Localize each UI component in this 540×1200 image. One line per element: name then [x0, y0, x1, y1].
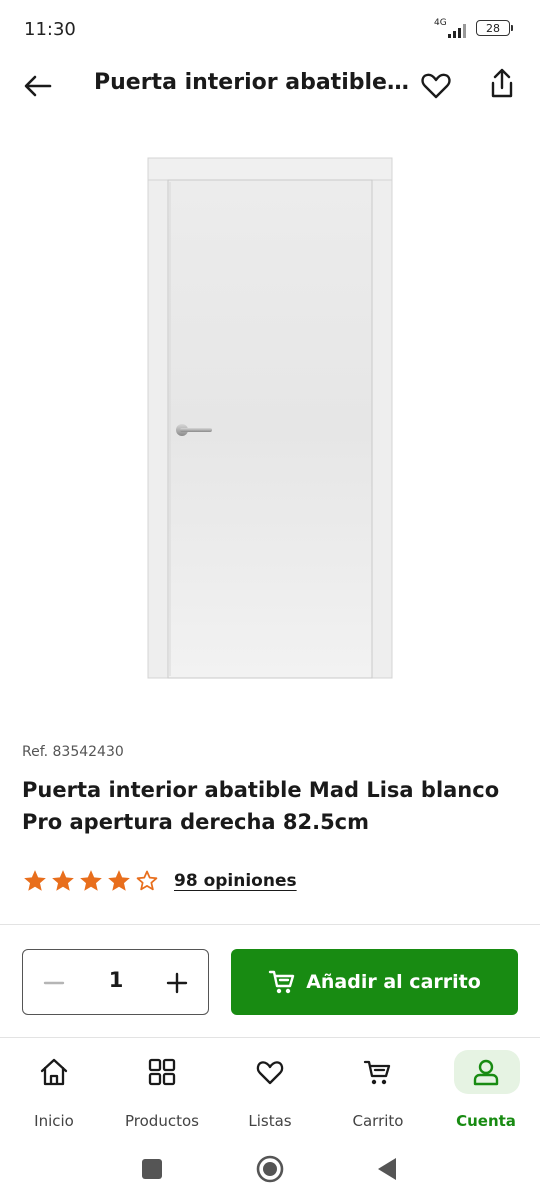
back-arrow-icon — [24, 75, 52, 97]
back-triangle-icon — [378, 1158, 396, 1180]
share-button[interactable] — [484, 66, 520, 102]
signal-icon: 4G — [434, 18, 468, 38]
product-image[interactable] — [140, 150, 400, 690]
star-full-icon — [108, 870, 130, 891]
cart-icon — [269, 970, 295, 994]
recent-apps-button[interactable] — [137, 1154, 167, 1184]
product-rating: 98 opiniones — [22, 868, 297, 894]
star-full-icon — [52, 870, 74, 891]
product-reference: Ref. 83542430 — [22, 744, 124, 760]
status-time: 11:30 — [24, 19, 76, 40]
decrease-quantity-button[interactable] — [41, 970, 67, 996]
system-navigation-bar — [0, 1138, 540, 1200]
back-system-button[interactable] — [373, 1154, 403, 1184]
home-icon — [40, 1058, 68, 1086]
status-bar: 11:30 4G 28 — [0, 0, 540, 60]
nav-item-productos[interactable]: Productos — [108, 1050, 216, 1132]
nav-label-cuenta: Cuenta — [456, 1112, 516, 1130]
minus-icon — [43, 981, 65, 985]
back-button[interactable] — [20, 68, 56, 104]
battery-level: 28 — [486, 21, 500, 35]
page-title: Puerta interior abatible… — [94, 70, 409, 95]
nav-label-carrito: Carrito — [352, 1112, 404, 1130]
home-circle-icon — [256, 1155, 284, 1183]
grid-icon — [148, 1058, 176, 1086]
plus-icon — [166, 972, 188, 994]
nav-item-inicio[interactable]: Inicio — [0, 1050, 108, 1132]
home-system-button[interactable] — [255, 1154, 285, 1184]
add-to-cart-label: Añadir al carrito — [306, 971, 481, 993]
nav-label-productos: Productos — [125, 1112, 199, 1130]
nav-label-inicio: Inicio — [34, 1112, 74, 1130]
purchase-panel: 1 Añadir al carrito — [0, 924, 540, 1036]
product-name: Puerta interior abatible Mad Lisa blanco… — [22, 778, 500, 834]
star-empty-icon — [136, 870, 158, 891]
status-icons: 4G 28 — [434, 18, 513, 38]
add-to-cart-button[interactable]: Añadir al carrito — [231, 949, 518, 1015]
heart-icon — [256, 1061, 284, 1085]
bottom-navigation: Inicio Productos Listas Carrito Cuenta — [0, 1037, 540, 1137]
cart-icon — [363, 1060, 391, 1085]
user-icon — [473, 1059, 499, 1086]
nav-item-carrito[interactable]: Carrito — [324, 1050, 432, 1132]
top-app-bar: Puerta interior abatible… — [0, 60, 540, 110]
star-full-icon — [80, 870, 102, 891]
quantity-stepper: 1 — [22, 949, 209, 1015]
reviews-link[interactable]: 98 opiniones — [174, 871, 297, 891]
recent-apps-icon — [142, 1159, 162, 1179]
nav-item-cuenta[interactable]: Cuenta — [432, 1050, 540, 1132]
battery-icon: 28 — [476, 20, 513, 36]
heart-icon — [421, 73, 451, 99]
rating-stars — [22, 868, 160, 894]
quantity-value[interactable]: 1 — [93, 968, 139, 992]
network-type: 4G — [434, 18, 447, 28]
share-icon — [491, 68, 513, 98]
star-full-icon — [24, 870, 46, 891]
increase-quantity-button[interactable] — [164, 970, 190, 996]
nav-label-listas: Listas — [248, 1112, 292, 1130]
nav-item-listas[interactable]: Listas — [216, 1050, 324, 1132]
door-illustration — [147, 157, 393, 679]
favorite-button[interactable] — [418, 68, 454, 104]
